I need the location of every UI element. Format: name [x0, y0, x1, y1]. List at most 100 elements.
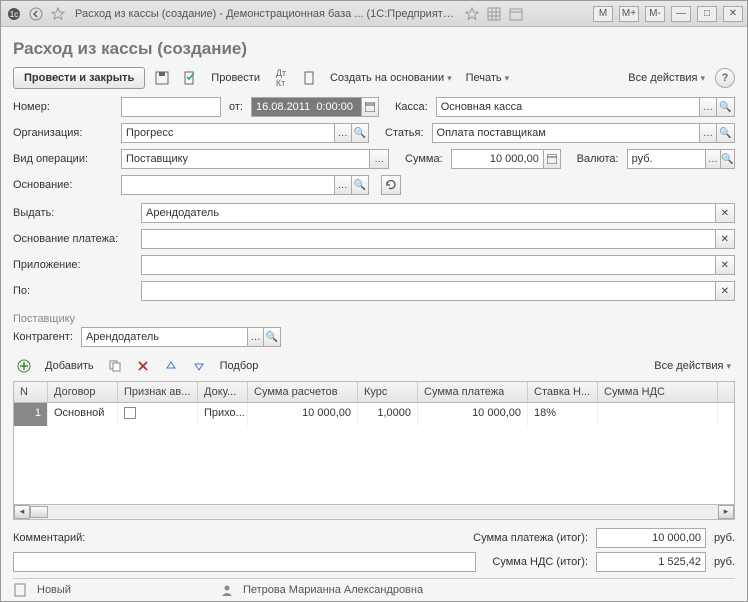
summa-label: Сумма:: [405, 153, 443, 165]
commit-button[interactable]: Провести: [207, 69, 264, 87]
prilozhenie-label: Приложение:: [13, 259, 133, 271]
help-button[interactable]: ?: [715, 68, 735, 88]
delete-icon[interactable]: [132, 355, 154, 377]
kommentariy-input[interactable]: [13, 552, 476, 572]
grid-icon[interactable]: [485, 5, 503, 23]
calc-icon[interactable]: [544, 149, 561, 169]
col-summa-rasch[interactable]: Сумма расчетов: [248, 382, 358, 402]
star2-icon[interactable]: [463, 5, 481, 23]
cell-kurs: 1,0000: [358, 403, 418, 426]
horizontal-scrollbar[interactable]: ◂ ▸: [13, 505, 735, 520]
col-dogovor[interactable]: Договор: [48, 382, 118, 402]
create-based-button[interactable]: Создать на основании▾: [326, 69, 456, 87]
vydat-input[interactable]: [141, 203, 716, 223]
prilozhenie-input[interactable]: [141, 255, 716, 275]
select-button[interactable]: …: [706, 149, 720, 169]
scroll-thumb[interactable]: [30, 506, 48, 518]
move-up-icon[interactable]: [160, 355, 182, 377]
col-doku[interactable]: Доку...: [198, 382, 248, 402]
vydat-label: Выдать:: [13, 207, 133, 219]
vid-op-input[interactable]: [121, 149, 370, 169]
summa-input[interactable]: [451, 149, 544, 169]
maximize-button[interactable]: □: [697, 6, 717, 22]
search-icon[interactable]: 🔍: [717, 97, 735, 117]
select-button[interactable]: …: [335, 123, 352, 143]
scroll-right-icon[interactable]: ▸: [718, 505, 734, 519]
podbor-button[interactable]: Подбор: [216, 357, 263, 375]
doc-status-icon: [13, 583, 27, 597]
col-summa-nds[interactable]: Сумма НДС: [598, 382, 718, 402]
print-label: Печать: [466, 72, 502, 84]
clear-icon[interactable]: ✕: [716, 203, 735, 223]
select-button[interactable]: …: [370, 149, 389, 169]
valuta-input[interactable]: [627, 149, 707, 169]
print-button[interactable]: Печать▾: [462, 69, 514, 87]
col-n[interactable]: N: [14, 382, 48, 402]
minimize-button[interactable]: —: [671, 6, 691, 22]
search-icon[interactable]: 🔍: [717, 123, 735, 143]
statya-input[interactable]: [432, 123, 700, 143]
mem-mminus-button[interactable]: M-: [645, 6, 665, 22]
checkbox-unchecked-icon[interactable]: [124, 407, 136, 419]
col-stavka[interactable]: Ставка Н...: [528, 382, 598, 402]
col-kurs[interactable]: Курс: [358, 382, 418, 402]
calendar-picker-icon[interactable]: [362, 97, 379, 117]
commit-close-button[interactable]: Провести и закрыть: [13, 67, 145, 89]
clear-icon[interactable]: ✕: [716, 229, 735, 249]
osn-pl-input[interactable]: [141, 229, 716, 249]
nomer-input[interactable]: [121, 97, 221, 117]
kassa-input[interactable]: [436, 97, 700, 117]
select-button[interactable]: …: [700, 123, 718, 143]
add-label: Добавить: [45, 360, 94, 372]
select-button[interactable]: …: [700, 97, 718, 117]
commit-icon[interactable]: [179, 67, 201, 89]
user-name: Петрова Марианна Александровна: [243, 584, 423, 596]
all-actions-button[interactable]: Все действия▾: [624, 69, 709, 87]
all-actions-grid-button[interactable]: Все действия▾: [650, 357, 735, 375]
doc-icon[interactable]: [298, 67, 320, 89]
osnovanie-label: Основание:: [13, 179, 113, 191]
nomer-label: Номер:: [13, 101, 113, 113]
save-icon[interactable]: [151, 67, 173, 89]
summa-nds-itog-input[interactable]: [596, 552, 706, 572]
window-titlebar: 1c Расход из кассы (создание) - Демонстр…: [1, 1, 747, 27]
kontragent-input[interactable]: [81, 327, 248, 347]
back-icon[interactable]: [27, 5, 45, 23]
kontragent-label: Контрагент:: [13, 331, 73, 343]
select-button[interactable]: …: [335, 175, 352, 195]
col-priznak[interactable]: Признак ав...: [118, 382, 198, 402]
org-input[interactable]: [121, 123, 335, 143]
clear-icon[interactable]: ✕: [716, 255, 735, 275]
all-actions-label: Все действия: [628, 72, 697, 84]
search-icon[interactable]: 🔍: [352, 123, 369, 143]
search-icon[interactable]: 🔍: [352, 175, 369, 195]
chevron-down-icon: ▾: [726, 361, 731, 372]
col-summa-plat[interactable]: Сумма платежа: [418, 382, 528, 402]
cell-summa-rasch: 10 000,00: [248, 403, 358, 426]
copy-icon[interactable]: [104, 355, 126, 377]
add-icon[interactable]: [13, 355, 35, 377]
add-button[interactable]: Добавить: [41, 357, 98, 375]
table-row[interactable]: 1 Основной Прихо... 10 000,00 1,0000 10 …: [14, 403, 734, 426]
po-input[interactable]: [141, 281, 716, 301]
move-down-icon[interactable]: [188, 355, 210, 377]
search-icon[interactable]: 🔍: [264, 327, 281, 347]
mem-mplus-button[interactable]: M+: [619, 6, 639, 22]
summa-nds-itog-label: Сумма НДС (итог):: [492, 556, 588, 568]
star-icon[interactable]: [49, 5, 67, 23]
status-bar: Новый Петрова Марианна Александровна: [13, 578, 735, 597]
osnovanie-input[interactable]: [121, 175, 335, 195]
close-button[interactable]: ✕: [723, 6, 743, 22]
refresh-icon[interactable]: [381, 175, 401, 195]
select-button[interactable]: …: [248, 327, 265, 347]
scroll-left-icon[interactable]: ◂: [14, 505, 30, 519]
clear-icon[interactable]: ✕: [716, 281, 735, 301]
mem-m-button[interactable]: M: [593, 6, 613, 22]
org-label: Организация:: [13, 127, 113, 139]
create-based-label: Создать на основании: [330, 72, 444, 84]
date-input[interactable]: [251, 97, 362, 117]
dtkt-icon[interactable]: ДтКт: [270, 67, 292, 89]
calendar-icon[interactable]: [507, 5, 525, 23]
search-icon[interactable]: 🔍: [721, 149, 735, 169]
summa-plat-itog-input[interactable]: [596, 528, 706, 548]
